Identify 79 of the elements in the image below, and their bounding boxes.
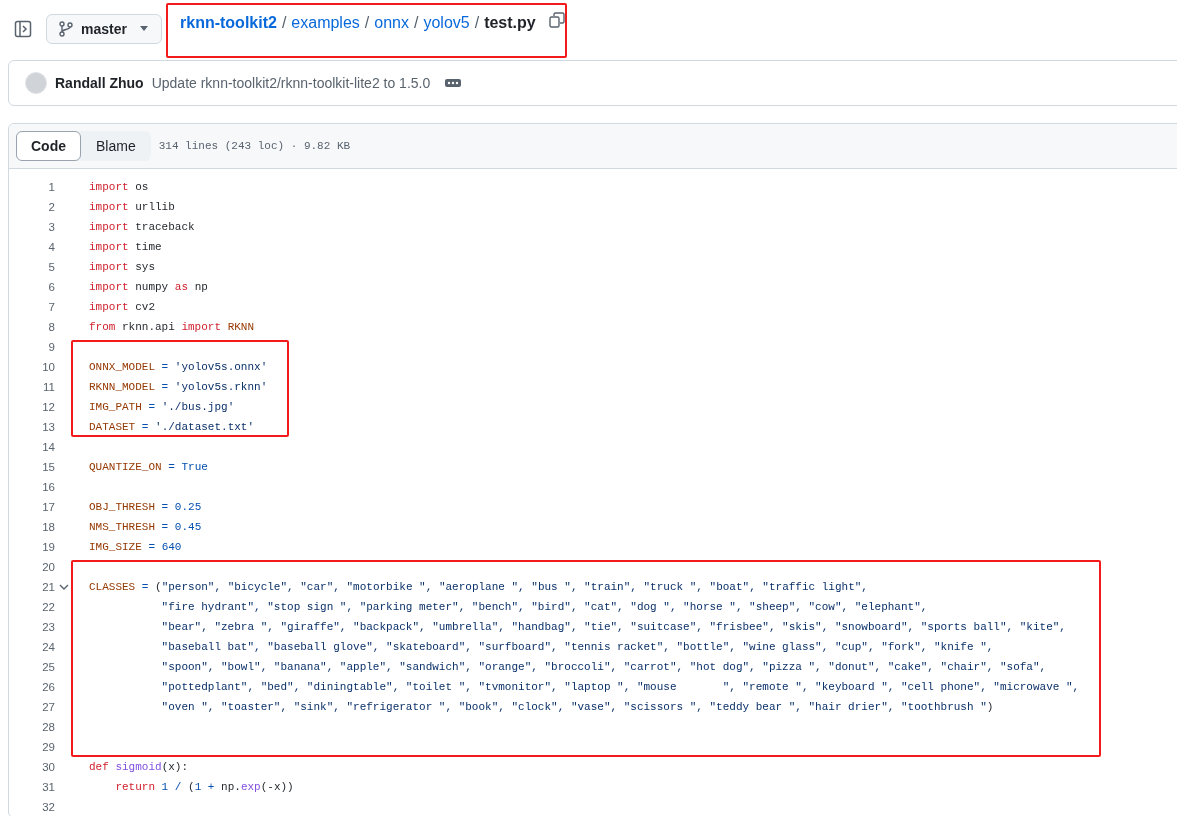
line-number: 29	[41, 741, 55, 753]
line-number: 7	[47, 301, 55, 313]
branch-icon	[59, 21, 73, 37]
line-number: 22	[41, 601, 55, 613]
code-line: IMG_SIZE = 640	[89, 540, 183, 555]
line-number: 12	[41, 401, 55, 413]
line-number: 28	[41, 721, 55, 733]
line-number: 10	[41, 361, 55, 373]
ellipsis-icon[interactable]	[444, 76, 463, 90]
copy-icon[interactable]	[548, 12, 565, 28]
commit-message[interactable]: Update rknn-toolkit2/rknn-toolkit-lite2 to 1.5.0	[151, 75, 431, 91]
path-separator: /	[414, 14, 419, 32]
line-number: 11	[42, 381, 55, 393]
line-number: 32	[41, 801, 55, 813]
code-line: ONNX_MODEL = 'yolov5s.onnx'	[89, 360, 268, 375]
code-line: QUANTIZE_ON = True	[89, 460, 208, 475]
code-line: import traceback	[89, 220, 196, 235]
line-number: 16	[41, 481, 55, 493]
line-number: 20	[41, 561, 55, 573]
view-tab[interactable]: Code	[16, 131, 81, 161]
code-line: OBJ_THRESH = 0.25	[89, 500, 203, 515]
line-number: 17	[41, 501, 55, 513]
branch-selector[interactable]: master	[46, 14, 162, 44]
code-line: def sigmoid(x):	[89, 760, 190, 775]
line-number: 18	[41, 521, 55, 533]
breadcrumb-link[interactable]: yolov5	[423, 14, 470, 32]
breadcrumb-link[interactable]: examples	[291, 14, 360, 32]
view-tab[interactable]: Blame	[81, 131, 151, 161]
code-line: import os	[89, 180, 150, 195]
sidebar-toggle-icon[interactable]	[14, 20, 32, 38]
code-line: "baseball bat", "baseball glove", "skateboard", "surfboard", "tennis racket", "bottle", "wine glass", "cup", "fork", "knife ",	[160, 640, 995, 655]
commit-author[interactable]: Randall Zhuo	[55, 75, 144, 91]
line-number: 24	[41, 641, 55, 653]
code-line: IMG_PATH = './bus.jpg'	[89, 400, 236, 415]
breadcrumb-link[interactable]: onnx	[374, 14, 409, 32]
path-separator: /	[281, 14, 287, 32]
code-line: from rknn.api import RKNN	[89, 320, 255, 335]
code-line: CLASSES = ("person", "bicycle", "car", "motorbike ", "aeroplane ", "bus ", "train", "truck ", "boat", "traffic light",	[89, 580, 869, 595]
line-number: 31	[41, 781, 55, 793]
file-info: 314 lines (243 loc) · 9.82 KB	[158, 140, 351, 152]
line-number: 30	[41, 761, 55, 773]
line-number: 8	[47, 321, 55, 333]
code-line: import numpy as np	[89, 280, 209, 295]
line-number: 27	[41, 701, 55, 713]
line-number: 23	[41, 621, 55, 633]
line-number: 5	[47, 261, 55, 273]
code-line: "bear", "zebra ", "giraffe", "backpack", "umbrella", "handbag", "tie", "suitcase", "frisbee", "skis", "snowboard", "sports ball", "kite",	[160, 620, 1067, 635]
file-name: test.py	[484, 14, 536, 32]
code-line: import sys	[89, 260, 156, 275]
line-number: 14	[41, 441, 55, 453]
caret-icon	[139, 26, 149, 32]
line-number: 3	[47, 221, 55, 233]
code-line: "fire hydrant", "stop sign ", "parking meter", "bench", "bird", "cat", "dog ", "horse ", "sheep", "cow", "elephant",	[160, 600, 929, 615]
chevron-icon[interactable]	[59, 582, 69, 592]
line-number: 6	[47, 281, 55, 293]
line-number: 19	[41, 541, 55, 553]
code-line: DATASET = './dataset.txt'	[89, 420, 256, 435]
breadcrumb-link[interactable]: rknn-toolkit2	[180, 14, 277, 32]
code-line: "oven ", "toaster", "sink", "refrigerator ", "book", "clock", "vase", "scissors ", "teddy bear ", "hair drier", "toothbrush ")	[160, 700, 995, 715]
line-number: 4	[47, 241, 55, 253]
code-line: "pottedplant", "bed", "diningtable", "toilet ", "tvmonitor", "laptop ", "mouse ", "remote ", "keyboard ", "cell phone", "microwave ",	[160, 680, 1080, 695]
code-line: import time	[89, 240, 163, 255]
line-number: 21	[41, 581, 55, 593]
code-line: "spoon", "bowl", "banana", "apple", "sandwich", "orange", "broccoli", "carrot", "hot dog", "pizza ", "donut", "cake", "chair", "sofa",	[160, 660, 1048, 675]
line-number: 1	[47, 181, 55, 193]
line-number: 26	[41, 681, 55, 693]
code-line: import urllib	[89, 200, 176, 215]
avatar	[25, 72, 47, 94]
code-line: import cv2	[89, 300, 156, 315]
code-line: RKNN_MODEL = 'yolov5s.rknn'	[89, 380, 268, 395]
path-separator: /	[364, 14, 370, 32]
path-separator: /	[474, 14, 480, 32]
line-number: 2	[47, 201, 55, 213]
line-number: 13	[41, 421, 55, 433]
line-number: 15	[41, 461, 55, 473]
code-line: return 1 / (1 + np.exp(-x))	[114, 780, 294, 795]
line-number: 9	[47, 341, 55, 353]
code-line: NMS_THRESH = 0.45	[89, 520, 203, 535]
line-number: 25	[41, 661, 55, 673]
